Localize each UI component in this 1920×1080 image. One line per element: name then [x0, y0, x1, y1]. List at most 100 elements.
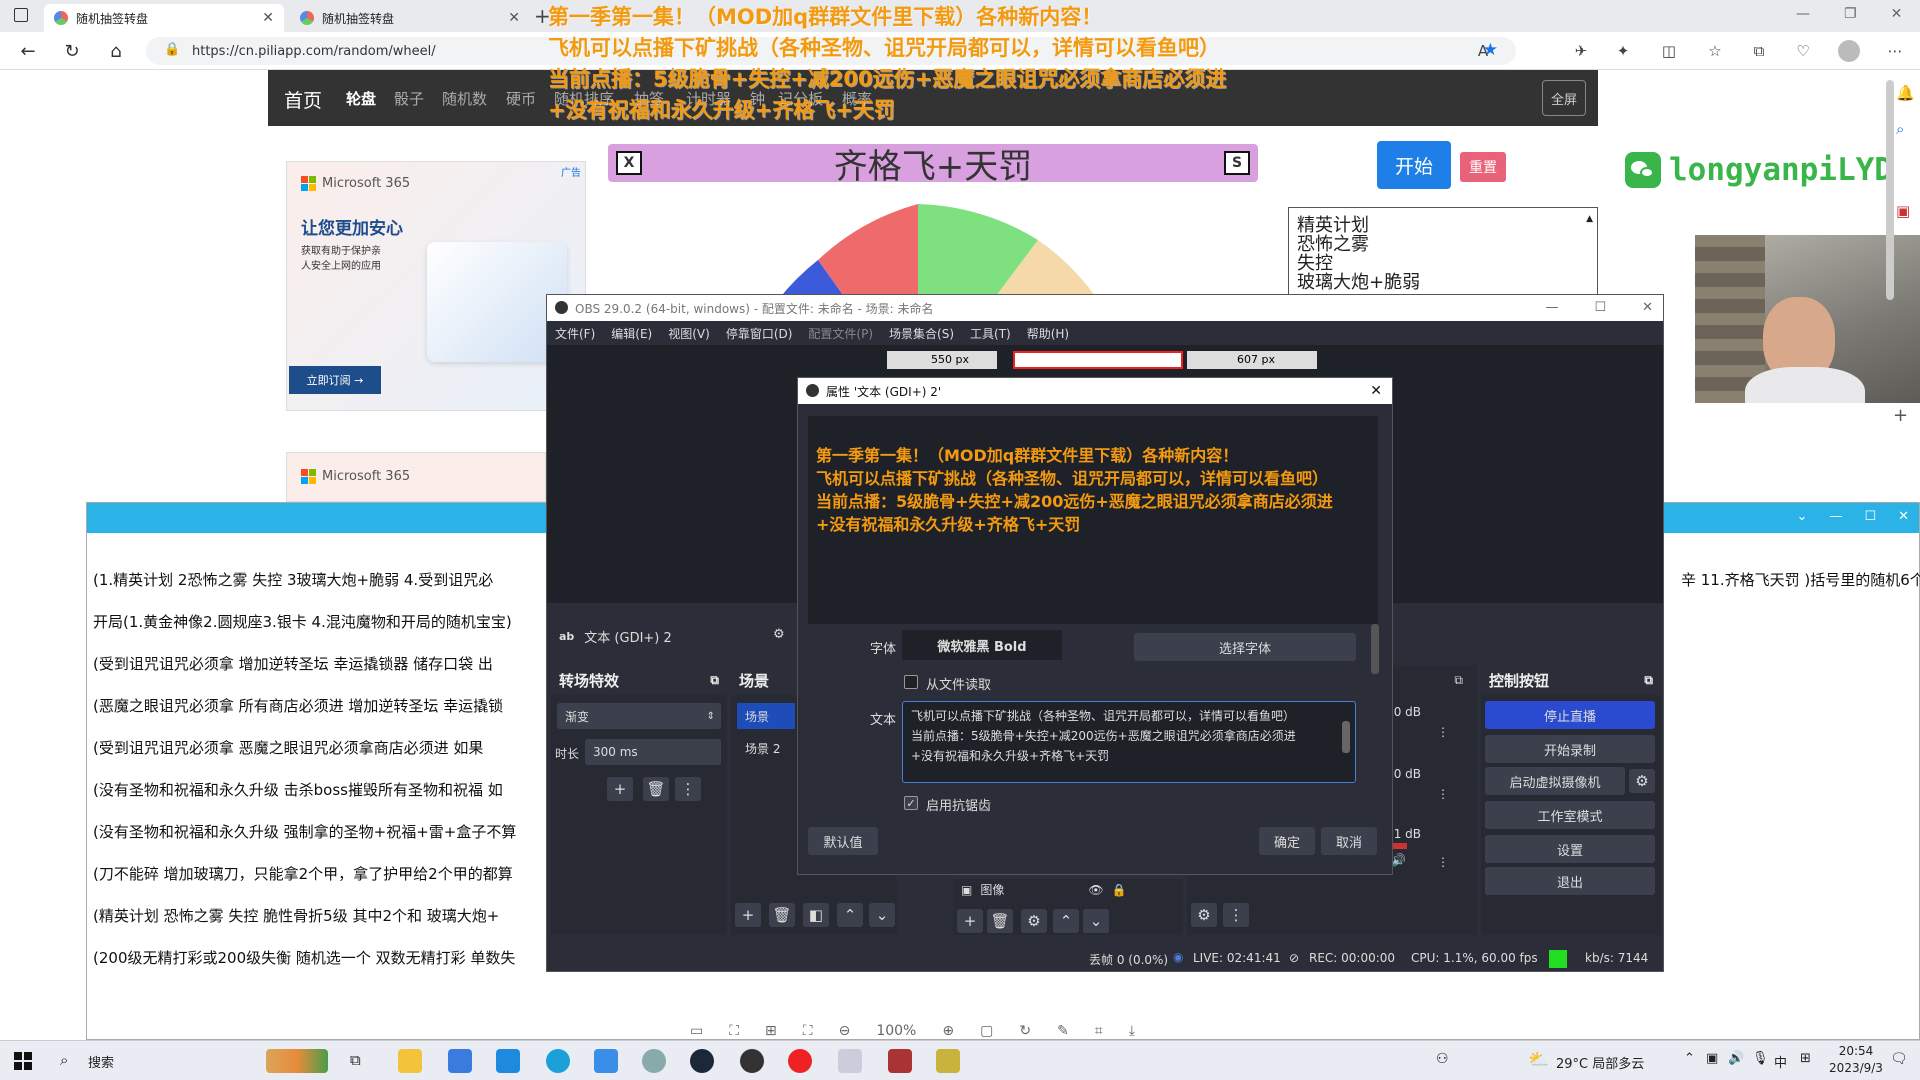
game-icon[interactable] — [888, 1049, 912, 1073]
fullscreen-button[interactable]: 全屏 — [1542, 80, 1586, 116]
maximize-icon[interactable]: ☐ — [1864, 509, 1876, 524]
browser-tab-1[interactable]: 随机抽签转盘 ✕ — [44, 4, 284, 32]
scene-item-2[interactable]: 场景 2 — [737, 735, 795, 761]
antialias-checkbox[interactable]: ✓ — [904, 796, 918, 810]
add-source-icon[interactable]: + — [957, 909, 983, 933]
transition-more-icon[interactable]: ⋮ — [675, 777, 701, 801]
defaults-button[interactable]: 默认值 — [808, 827, 878, 855]
menu-docks[interactable]: 停靠窗口(D) — [726, 325, 793, 342]
move-up-icon[interactable]: ⌃ — [1053, 909, 1079, 933]
mixer-more-icon[interactable]: ⋮ — [1437, 787, 1449, 801]
move-up-icon[interactable]: ⌃ — [837, 903, 863, 927]
sidebar-search-icon[interactable]: ⌕ — [1896, 120, 1904, 138]
menu-view[interactable]: 视图(V) — [668, 325, 710, 342]
ad-banner-2[interactable]: Microsoft 365 — [286, 452, 546, 502]
lock-icon[interactable]: 🔒 — [164, 42, 180, 57]
ok-button[interactable]: 确定 — [1259, 827, 1315, 855]
mixer-more-icon[interactable]: ⋮ — [1437, 855, 1449, 869]
edge-icon[interactable] — [546, 1049, 570, 1073]
weather-text[interactable]: 29°C 局部多云 — [1556, 1053, 1644, 1072]
close-tab-icon[interactable]: ✕ — [508, 10, 520, 26]
toolbar-icon[interactable]: ▭ — [690, 1023, 703, 1039]
network-icon[interactable]: ▣ — [1706, 1051, 1718, 1066]
move-down-icon[interactable]: ⌄ — [869, 903, 895, 927]
app-icon[interactable] — [838, 1049, 862, 1073]
tab-actions-icon[interactable] — [14, 8, 28, 22]
app-icon[interactable] — [936, 1049, 960, 1073]
settings-button[interactable]: 设置 — [1485, 835, 1655, 863]
start-button[interactable]: 开始 — [1377, 141, 1451, 189]
close-icon[interactable]: ✕ — [1898, 509, 1909, 524]
mixer-more-icon[interactable]: ⋮ — [1437, 725, 1449, 739]
clock-date[interactable]: 2023/9/3 — [1828, 1061, 1884, 1075]
menu-profile[interactable]: 配置文件(P) — [808, 325, 873, 342]
notification-center-icon[interactable]: 🗨 — [1890, 1051, 1908, 1067]
menu-file[interactable]: 文件(F) — [555, 325, 595, 342]
exit-button[interactable]: 退出 — [1485, 867, 1655, 895]
crop-icon[interactable]: ⌗ — [1095, 1023, 1103, 1039]
steam-icon[interactable] — [690, 1049, 714, 1073]
add-scene-icon[interactable]: + — [735, 903, 761, 927]
menu-help[interactable]: 帮助(H) — [1027, 325, 1069, 342]
scene-filters-icon[interactable]: ◧ — [803, 903, 829, 927]
minimize-icon[interactable]: — — [1829, 509, 1842, 524]
mic-icon[interactable]: 🎙 — [1752, 1051, 1769, 1066]
home-icon[interactable]: ⌂ — [102, 38, 130, 64]
notification-bell-icon[interactable]: 🔔 — [1896, 84, 1915, 102]
close-window-icon[interactable]: ✕ — [1891, 6, 1903, 22]
puzzle-icon[interactable]: ✦ — [1612, 40, 1634, 62]
chevron-down-icon[interactable]: ⌄ — [1797, 509, 1808, 524]
sidebar-add-icon[interactable]: + — [1893, 405, 1908, 426]
toolbar-icon[interactable]: ⛶ — [729, 1023, 739, 1039]
browser-tab-2[interactable]: 随机抽签转盘 ✕ — [290, 4, 530, 32]
nav-dice[interactable]: 骰子 — [394, 88, 424, 109]
remove-source-icon[interactable]: 🗑 — [987, 909, 1013, 933]
result-close-button[interactable]: X — [616, 151, 642, 175]
text-input[interactable]: 飞机可以点播下矿挑战（各种圣物、诅咒开局都可以，详情可以看鱼吧） 当前点播：5级… — [902, 701, 1356, 783]
undock-icon[interactable]: ⧉ — [710, 673, 719, 688]
nav-coin[interactable]: 硬币 — [506, 88, 536, 109]
search-highlight-image[interactable] — [266, 1049, 328, 1073]
nav-wheel[interactable]: 轮盘 — [346, 88, 376, 109]
prize-wheel[interactable] — [718, 200, 1138, 300]
collections-icon[interactable]: ⧉ — [1748, 40, 1770, 62]
menu-scene-collection[interactable]: 场景集合(S) — [889, 325, 954, 342]
profile-avatar[interactable] — [1838, 40, 1860, 62]
nav-random-number[interactable]: 随机数 — [442, 88, 487, 109]
menu-tools[interactable]: 工具(T) — [970, 325, 1011, 342]
undock-icon[interactable]: ⧉ — [1644, 673, 1653, 688]
speaker-icon[interactable]: 🔊 — [1391, 853, 1406, 867]
start-virtual-camera-button[interactable]: 启动虚拟摄像机 — [1485, 767, 1625, 795]
wheel-items-textarea[interactable]: 精英计划 恐怖之雾 失控 玻璃大炮+脆弱 ▲ — [1288, 207, 1598, 295]
menu-edit[interactable]: 编辑(E) — [611, 325, 652, 342]
file-explorer-icon[interactable] — [398, 1049, 422, 1073]
close-icon[interactable]: ✕ — [1370, 383, 1382, 399]
duration-input[interactable]: 300 ms — [585, 739, 721, 765]
app-icon[interactable] — [594, 1049, 618, 1073]
read-from-file-checkbox[interactable] — [904, 675, 918, 689]
start-menu-icon[interactable] — [14, 1052, 32, 1070]
studio-mode-button[interactable]: 工作室模式 — [1485, 801, 1655, 829]
source-properties-icon[interactable]: ⚙ — [1021, 909, 1047, 933]
minimize-icon[interactable]: — — [1796, 6, 1810, 22]
source-properties-gear-icon[interactable]: ⚙ — [773, 627, 785, 642]
toolbar-icon[interactable]: ⊞ — [765, 1023, 777, 1039]
source-item[interactable]: ▣ 图像 👁 🔒 — [961, 881, 1127, 898]
mixer-settings-icon[interactable]: ⚙ — [1191, 903, 1217, 927]
close-icon[interactable]: ✕ — [1642, 300, 1653, 315]
netease-music-icon[interactable] — [788, 1049, 812, 1073]
close-tab-icon[interactable]: ✕ — [262, 10, 274, 26]
tools-icon[interactable]: ▣ — [1896, 202, 1910, 220]
read-aloud-icon[interactable]: A — [1472, 40, 1494, 62]
textarea-scrollbar[interactable] — [1342, 721, 1350, 753]
toolbar-icon[interactable]: ⛶ — [803, 1023, 813, 1039]
transition-select[interactable]: 渐变 ⇕ — [557, 703, 721, 729]
browser-essentials-icon[interactable]: ♡ — [1792, 40, 1814, 62]
download-icon[interactable]: ⤓ — [1129, 1023, 1135, 1039]
mixer-menu-icon[interactable]: ⋮ — [1223, 903, 1249, 927]
page-scrollbar[interactable] — [1886, 80, 1894, 300]
move-down-icon[interactable]: ⌄ — [1083, 909, 1109, 933]
scene-item-1[interactable]: 场景 — [737, 703, 795, 729]
start-recording-button[interactable]: 开始录制 — [1485, 735, 1655, 763]
nav-home[interactable]: 首页 — [284, 86, 322, 113]
